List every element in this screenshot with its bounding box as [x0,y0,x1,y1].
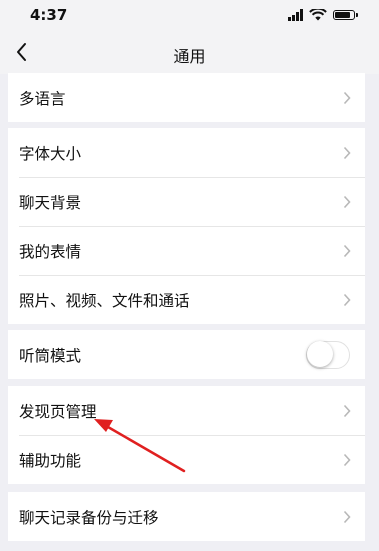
row-label: 字体大小 [19,144,82,163]
row-label: 聊天记录备份与迁移 [19,508,159,527]
settings-group-backup: 聊天记录备份与迁移 [8,492,365,541]
row-label: 我的表情 [19,242,82,261]
phone-screen: 4:37 通用 多语言 字体大小 聊天背景 我的表情 照片、视频、文件和通话 听… [0,0,379,551]
chevron-right-icon [343,91,351,104]
row-label: 辅助功能 [19,451,82,470]
settings-row-discover-management[interactable]: 发现页管理 [8,386,365,435]
toggle-knob [307,341,333,367]
wifi-icon [309,9,327,21]
settings-row-chat-background[interactable]: 聊天背景 [8,177,365,226]
settings-row-my-stickers[interactable]: 我的表情 [8,226,365,275]
settings-row-receiver-mode: 听筒模式 [8,330,365,379]
status-time: 4:37 [30,6,68,24]
cellular-signal-icon [288,9,303,21]
page-title: 通用 [173,47,206,66]
chevron-right-icon [343,146,351,159]
settings-group-receiver: 听筒模式 [8,330,365,379]
chevron-right-icon [343,453,351,466]
chevron-right-icon [343,404,351,417]
settings-group-language: 多语言 [8,73,365,122]
chevron-right-icon [343,510,351,523]
status-bar: 4:37 [0,0,379,30]
chevron-right-icon [343,244,351,257]
settings-group-discover: 发现页管理 辅助功能 [8,386,365,484]
settings-row-media-files-calls[interactable]: 照片、视频、文件和通话 [8,275,365,324]
status-icons [288,9,358,21]
settings-row-font-size[interactable]: 字体大小 [8,128,365,177]
nav-bar: 通用 [0,30,379,74]
row-label: 照片、视频、文件和通话 [19,291,190,310]
row-label: 发现页管理 [19,402,97,421]
settings-group-display: 字体大小 聊天背景 我的表情 照片、视频、文件和通话 [8,128,365,324]
settings-row-chat-backup[interactable]: 聊天记录备份与迁移 [8,492,365,541]
receiver-mode-toggle[interactable] [306,340,350,369]
settings-row-accessibility[interactable]: 辅助功能 [8,435,365,484]
battery-level [335,12,351,18]
settings-row-language[interactable]: 多语言 [8,73,365,122]
chevron-right-icon [343,293,351,306]
row-label: 多语言 [19,89,66,108]
row-label: 聊天背景 [19,193,82,212]
chevron-right-icon [343,195,351,208]
battery-icon [333,10,358,20]
row-label: 听筒模式 [19,346,82,365]
